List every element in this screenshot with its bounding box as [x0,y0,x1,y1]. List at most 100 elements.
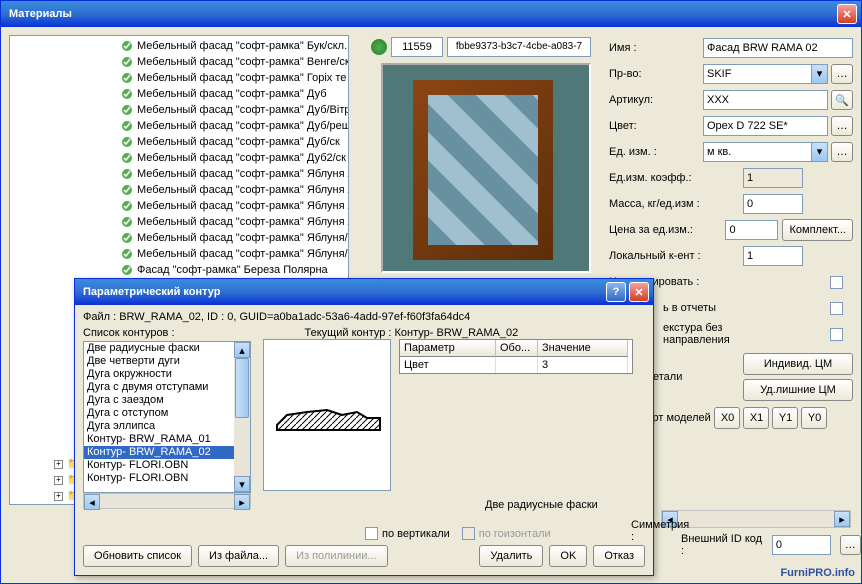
scroll-up-icon[interactable]: ▴ [234,342,250,358]
local-input[interactable]: 1 [743,246,803,266]
expand-icon[interactable]: + [54,492,63,501]
delete-button[interactable]: Удалить [479,545,543,567]
check-icon [120,103,134,117]
noagg-checkbox[interactable] [830,276,843,289]
tree-item[interactable]: Мебельный фасад "софт-рамка" Венге/ск [10,54,348,70]
main-titlebar: Материалы ✕ [1,1,861,27]
price-input[interactable]: 0 [725,220,778,240]
unit-select[interactable]: м кв. ▾ [703,142,828,162]
list-item[interactable]: Контур- BRW_RAMA_01 [84,433,234,446]
x1-button[interactable]: X1 [743,407,769,429]
tree-item[interactable]: Мебельный фасад "софт-рамка" Бук/скл. [10,38,348,54]
expand-icon[interactable]: + [54,460,63,469]
color-input[interactable]: Opex D 722 SE* [703,116,828,136]
indiv-cm-button[interactable]: Индивид. ЦМ [743,353,853,375]
guid-field[interactable]: fbbe9373-b3c7-4cbe-a083-7 [447,37,591,57]
ext-id-more-button[interactable]: … [840,535,861,555]
tree-item[interactable]: Мебельный фасад "софт-рамка" Дуб/Вітр [10,102,348,118]
preview-caption: Две радиусные фаски [485,499,598,511]
sym-vertical-checkbox[interactable]: по вертикали [365,527,450,540]
tree-item[interactable]: Мебельный фасад "софт-рамка" Яблуня л [10,214,348,230]
tree-item[interactable]: Мебельный фасад "софт-рамка" Яблуня/ [10,246,348,262]
tree-item[interactable]: Мебельный фасад "софт-рамка" Дуб [10,86,348,102]
tree-item[interactable]: Мебельный фасад "софт-рамка" Яблуня/ [10,230,348,246]
close-button[interactable]: ✕ [837,4,857,24]
check-icon [120,215,134,229]
list-item[interactable]: Дуга с отступом [84,407,234,420]
unit-more-button[interactable]: … [831,142,853,162]
help-button[interactable]: ? [606,282,626,302]
y0-button[interactable]: Y0 [801,407,827,429]
details-label: етали [653,371,682,383]
file-info: Файл : BRW_RAMA_02, ID : 0, GUID=a0ba1ad… [83,311,645,323]
col-value[interactable]: Значение [538,340,628,357]
list-hscrollbar[interactable]: ◂ ▸ [83,493,251,509]
from-file-button[interactable]: Из файла... [198,545,279,567]
tree-item[interactable]: Мебельный фасад "софт-рамка" Дуб/реш [10,118,348,134]
chevron-down-icon[interactable]: ▾ [811,143,827,161]
tree-item[interactable]: Мебельный фасад "софт-рамка" Дуб/ск [10,134,348,150]
check-icon [120,71,134,85]
current-label: Текущий контур : Контур- BRW_RAMA_02 [305,327,519,339]
expand-icon[interactable]: + [54,476,63,485]
col-obo[interactable]: Обо... [496,340,538,357]
list-item[interactable]: Дуга эллипса [84,420,234,433]
scroll-down-icon[interactable]: ▾ [234,476,250,492]
complect-button[interactable]: Комплект... [782,219,853,241]
vertical-scrollbar[interactable]: ▴ ▾ [234,342,250,492]
x0-button[interactable]: X0 [714,407,740,429]
tree-item[interactable]: Мебельный фасад "софт-рамка" Дуб2/ск [10,150,348,166]
list-item[interactable]: Контур- FLORI.OBN [84,459,234,472]
tree-item[interactable]: Мебельный фасад "софт-рамка" Горіх те [10,70,348,86]
name-label: Имя : [609,42,703,54]
ext-id-input[interactable]: 0 [772,535,831,555]
tree-item[interactable]: Мебельный фасад "софт-рамка" Яблуня л [10,182,348,198]
ext-id-label: Внешний ID код : [681,533,766,557]
tree-item[interactable]: Мебельный фасад "софт-рамка" Яблуня л [10,198,348,214]
texture-checkbox[interactable] [830,328,843,341]
watermark: FurniPRO.info [780,567,855,579]
chevron-down-icon[interactable]: ▾ [811,65,827,83]
tree-item[interactable]: Фасад "софт-рамка" Береза Полярна [10,262,348,278]
list-item[interactable]: Две четверти дуги [84,355,234,368]
search-icon[interactable]: 🔍 [831,90,853,110]
del-cm-button[interactable]: Уд.лишние ЦМ [743,379,853,401]
scroll-right-icon[interactable]: ▸ [834,511,850,527]
check-icon [120,135,134,149]
ok-button[interactable]: OK [549,545,587,567]
check-icon [120,183,134,197]
list-item[interactable]: Контур- BRW_RAMA_02 [84,446,234,459]
contour-listbox[interactable]: Две радиусные фаскиДве четверти дугиДуга… [83,341,251,493]
scroll-right-icon[interactable]: ▸ [234,494,250,510]
sym-horizontal-checkbox: по гоизонтали [462,527,551,540]
prod-more-button[interactable]: … [831,64,853,84]
list-item[interactable]: Две радиусные фаски [84,342,234,355]
refresh-button[interactable]: Обновить список [83,545,192,567]
list-item[interactable]: Дуга окружности [84,368,234,381]
list-item[interactable]: Дуга с двумя отступами [84,381,234,394]
col-param[interactable]: Параметр [400,340,496,357]
mass-input[interactable]: 0 [743,194,803,214]
table-row[interactable]: Цвет 3 [400,357,632,373]
list-item[interactable]: Контур- FLORI.OBN [84,472,234,485]
check-icon [120,119,134,133]
scroll-left-icon[interactable]: ◂ [84,494,100,510]
check-icon [120,167,134,181]
article-input[interactable]: XXX [703,90,828,110]
color-more-button[interactable]: … [831,116,853,136]
dialog-close-button[interactable]: ✕ [629,282,649,302]
material-preview [381,63,591,273]
list-label: Список контуров : [83,327,175,339]
list-item[interactable]: Дуга с заездом [84,394,234,407]
profile-preview [263,339,391,491]
tree-item[interactable]: Мебельный фасад "софт-рамка" Яблуня Л [10,166,348,182]
reports-checkbox[interactable] [830,302,843,315]
prod-select[interactable]: SKIF ▾ [703,64,828,84]
id-field[interactable]: 11559 [391,37,443,57]
y1-button[interactable]: Y1 [772,407,798,429]
pin-icon[interactable] [371,39,387,55]
name-input[interactable]: Фасад BRW RAMA 02 [703,38,853,58]
cancel-button[interactable]: Отказ [593,545,645,567]
horizontal-scrollbar[interactable]: ◂ ▸ [661,510,851,528]
local-label: Локальный к-ент : [609,250,739,262]
